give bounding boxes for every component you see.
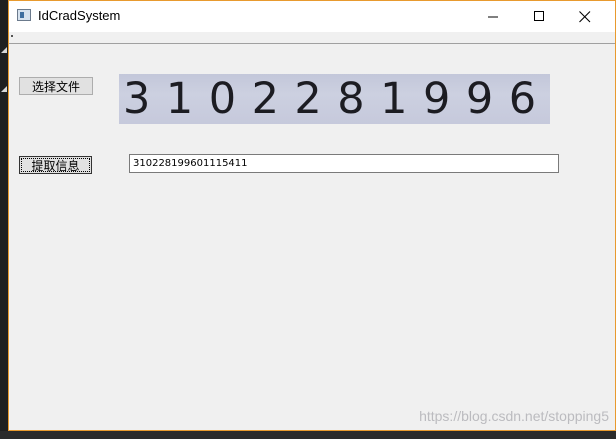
background-marker (1, 47, 7, 53)
id-number-image-digits: 310228199601 (123, 74, 550, 124)
app-window: IdCradSystem 选择文件 310228199601 提取信息 3102… (8, 0, 616, 431)
id-number-image: 310228199601 (119, 74, 550, 124)
title-bar[interactable]: IdCradSystem (9, 1, 615, 32)
maximize-icon (533, 11, 544, 21)
maximize-button[interactable] (516, 1, 562, 32)
background-left-strip (0, 0, 8, 439)
close-icon (579, 10, 591, 22)
minimize-icon (487, 16, 498, 18)
menu-bar-grip (11, 35, 13, 37)
extract-info-button[interactable]: 提取信息 (19, 156, 92, 174)
window-title: IdCradSystem (38, 8, 121, 23)
menu-bar (9, 32, 615, 44)
background-bottom-strip (0, 431, 616, 439)
result-text-field[interactable]: 310228199601115411 (129, 154, 559, 173)
close-button[interactable] (562, 1, 608, 32)
watermark: https://blog.csdn.net/stopping5 (419, 408, 609, 424)
minimize-button[interactable] (470, 1, 516, 32)
background-marker (1, 86, 7, 92)
select-file-button[interactable]: 选择文件 (19, 77, 93, 95)
app-icon (17, 9, 31, 21)
